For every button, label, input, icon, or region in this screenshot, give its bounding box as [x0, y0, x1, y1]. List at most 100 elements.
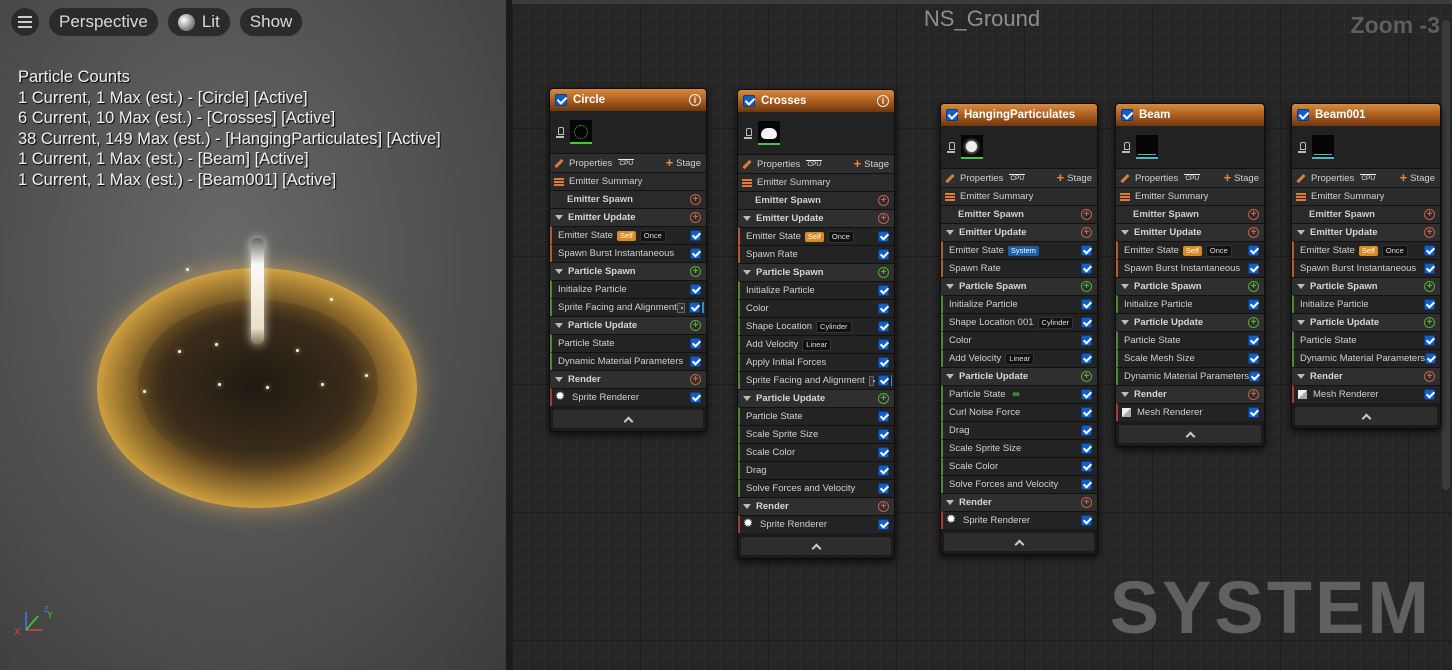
module-row[interactable]: Emitter State System	[941, 241, 1097, 259]
add-module-button[interactable]: +	[1248, 317, 1259, 328]
emitter-spawn-row[interactable]: Emitter Spawn +	[1116, 205, 1264, 223]
module-row[interactable]: Particle State	[738, 407, 894, 425]
caret-down-icon[interactable]	[946, 500, 954, 505]
render-group[interactable]: Render +	[1116, 385, 1264, 403]
module-checkbox[interactable]	[690, 248, 701, 259]
emitter-spawn-row[interactable]: Emitter Spawn +	[941, 205, 1097, 223]
caret-down-icon[interactable]	[555, 323, 563, 328]
info-icon[interactable]: i	[877, 95, 889, 107]
caret-down-icon[interactable]	[1297, 320, 1305, 325]
module-checkbox[interactable]	[878, 357, 889, 368]
module-checkbox[interactable]	[1081, 335, 1092, 346]
emitter-summary-row[interactable]: Emitter Summary	[550, 172, 706, 190]
module-checkbox[interactable]	[1081, 425, 1092, 436]
particle-update-group[interactable]: Particle Update +	[738, 389, 894, 407]
module-row[interactable]: Spawn Rate	[738, 245, 894, 263]
caret-down-icon[interactable]	[1297, 284, 1305, 289]
emitter-summary-row[interactable]: Emitter Summary	[941, 187, 1097, 205]
module-checkbox[interactable]	[1248, 335, 1259, 346]
emitter-enable-checkbox[interactable]	[743, 95, 755, 107]
module-row[interactable]: Curl Noise Force	[941, 403, 1097, 421]
emitter-node-circle[interactable]: Circle i Properties CPU + Stage Emitter Sum…	[549, 88, 707, 432]
emitter-enable-checkbox[interactable]	[946, 109, 958, 121]
module-checkbox[interactable]	[878, 447, 889, 458]
module-row[interactable]: Spawn Burst Instantaneous	[550, 244, 706, 262]
caret-down-icon[interactable]	[1121, 320, 1129, 325]
module-checkbox[interactable]	[690, 230, 701, 241]
add-renderer-button[interactable]: +	[878, 501, 889, 512]
renderer-row[interactable]: Mesh Renderer	[1292, 385, 1440, 403]
emitter-update-group[interactable]: Emitter Update +	[550, 208, 706, 226]
emitter-spawn-row[interactable]: Emitter Spawn +	[1292, 205, 1440, 223]
emitter-header[interactable]: Circle i	[550, 89, 706, 111]
module-row[interactable]: Sprite Facing and Alignment	[738, 371, 894, 389]
module-row[interactable]: Initialize Particle	[1292, 295, 1440, 313]
caret-down-icon[interactable]	[743, 216, 751, 221]
collapse-button[interactable]	[741, 537, 891, 555]
module-checkbox[interactable]	[877, 375, 889, 386]
module-row[interactable]: Drag	[941, 421, 1097, 439]
module-checkbox[interactable]	[878, 321, 889, 332]
module-checkbox[interactable]	[1081, 299, 1092, 310]
renderer-row[interactable]: Sprite Renderer	[941, 511, 1097, 529]
module-row[interactable]: Initialize Particle	[1116, 295, 1264, 313]
module-row[interactable]: Emitter State Self Once	[738, 227, 894, 245]
module-checkbox[interactable]	[1081, 407, 1092, 418]
module-checkbox[interactable]	[1424, 263, 1435, 274]
collapse-button[interactable]	[1119, 425, 1261, 443]
emitter-enable-checkbox[interactable]	[1121, 109, 1133, 121]
particle-update-group[interactable]: Particle Update +	[1116, 313, 1264, 331]
particle-update-group[interactable]: Particle Update +	[941, 367, 1097, 385]
caret-down-icon[interactable]	[1121, 284, 1129, 289]
module-checkbox[interactable]	[690, 284, 701, 295]
caret-down-icon[interactable]	[555, 215, 563, 220]
module-checkbox[interactable]	[1248, 407, 1259, 418]
module-row[interactable]: Add Velocity Linear	[941, 349, 1097, 367]
emitter-node-beam[interactable]: Beam Properties CPU + Stage Emitter Summary…	[1115, 103, 1265, 447]
info-icon[interactable]: i	[689, 94, 701, 106]
renderer-row[interactable]: Mesh Renderer	[1116, 403, 1264, 421]
properties-row[interactable]: Properties CPU + Stage	[941, 168, 1097, 187]
module-checkbox[interactable]	[878, 285, 889, 296]
caret-down-icon[interactable]	[743, 270, 751, 275]
emitter-update-group[interactable]: Emitter Update +	[738, 209, 894, 227]
module-checkbox[interactable]	[1424, 389, 1435, 400]
module-checkbox[interactable]	[878, 339, 889, 350]
add-renderer-button[interactable]: +	[690, 374, 701, 385]
emitter-node-beam001[interactable]: Beam001 Properties CPU + Stage Emitter Summ…	[1291, 103, 1441, 429]
add-module-button[interactable]: +	[690, 320, 701, 331]
add-module-button[interactable]: +	[1081, 227, 1092, 238]
properties-row[interactable]: Properties CPU + Stage	[1292, 168, 1440, 187]
module-checkbox[interactable]	[690, 356, 701, 367]
add-stage-button[interactable]: + Stage	[666, 156, 701, 169]
graph-scrollbar[interactable]	[1442, 20, 1450, 490]
add-module-button[interactable]: +	[1081, 209, 1092, 220]
caret-down-icon[interactable]	[1121, 230, 1129, 235]
caret-down-icon[interactable]	[555, 269, 563, 274]
add-module-button[interactable]: +	[1081, 281, 1092, 292]
viewport-menu-button[interactable]	[10, 7, 40, 37]
add-module-button[interactable]: +	[1424, 227, 1435, 238]
module-checkbox[interactable]	[878, 465, 889, 476]
emitter-header[interactable]: Beam001	[1292, 104, 1440, 126]
module-row[interactable]: Color	[738, 299, 894, 317]
emitter-update-group[interactable]: Emitter Update +	[941, 223, 1097, 241]
module-row[interactable]: Particle State	[1116, 331, 1264, 349]
perspective-button[interactable]: Perspective	[48, 7, 159, 37]
module-checkbox[interactable]	[690, 392, 701, 403]
particle-spawn-group[interactable]: Particle Spawn +	[738, 263, 894, 281]
add-module-button[interactable]: +	[878, 195, 889, 206]
module-checkbox[interactable]	[1081, 353, 1092, 364]
module-checkbox[interactable]	[1248, 245, 1259, 256]
emitter-node-crosses[interactable]: Crosses i Properties CPU + Stage Emitter Su…	[737, 89, 895, 559]
module-checkbox[interactable]	[1248, 353, 1259, 364]
module-row[interactable]: Shape Location 001 Cylinder	[941, 313, 1097, 331]
render-group[interactable]: Render +	[1292, 367, 1440, 385]
module-row[interactable]: Spawn Burst Instantaneous	[1116, 259, 1264, 277]
module-row[interactable]: Particle State	[1292, 331, 1440, 349]
emitter-spawn-row[interactable]: Emitter Spawn +	[738, 191, 894, 209]
module-row[interactable]: Emitter State Self Once	[1292, 241, 1440, 259]
add-module-button[interactable]: +	[1248, 227, 1259, 238]
module-row[interactable]: Solve Forces and Velocity	[738, 479, 894, 497]
module-checkbox[interactable]	[878, 231, 889, 242]
